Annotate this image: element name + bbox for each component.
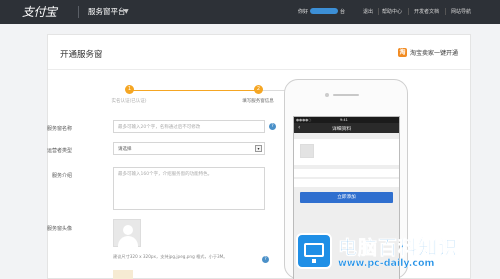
title-divider [48,69,470,70]
masked-username [310,8,338,14]
monitor-icon [296,233,332,269]
watermark-title: 电脑百科知识 [338,237,459,260]
step-2-circle: 2 [254,85,263,94]
step-1-label: 实名认证(已认证) [111,99,147,104]
avatar-placeholder-icon [123,225,133,235]
back-arrow-icon: ‹ [298,124,301,131]
avatar-hint: 建议尺寸320 x 320px，支持jpg,jpeg,png 格式，小于3M。 [113,254,228,259]
step-2-label: 填写服务窗信息 [242,99,274,104]
watermark: 电脑百科知识 www.pc-daily.com [292,229,500,279]
phone-speaker [333,94,359,96]
phone-nav-bar: ‹ 详细资料 [294,123,399,133]
step-1-circle: 1 [125,85,134,94]
profile-avatar [300,144,314,158]
alipay-logo[interactable]: 支付宝 [22,3,57,20]
page-title: 开通服务窗 [60,50,103,60]
operator-type-value: 请选择 [118,147,132,152]
watermark-url: www.pc-daily.com [338,258,435,269]
next-field-preview [113,270,133,279]
taobao-quick-open-label: 淘宝卖家一键开通 [409,50,458,57]
chevron-down-icon: ▾ [255,145,262,152]
nav-divider [378,8,379,15]
monitor-stand [312,259,316,263]
help-center-link[interactable]: 帮助中心 [382,8,402,15]
nav-divider [445,8,446,15]
platform-name[interactable]: 服务窗平台 [88,6,126,17]
profile-card [294,139,399,165]
signal-icon: ●●●●○ [296,118,312,122]
profile-row [294,169,399,177]
phone-nav-title: 详细资料 [332,127,352,132]
operator-type-label: 运营者类型 [46,148,72,154]
top-navigation-bar: 支付宝 服务窗平台 ▼ 你好 台 退出 帮助中心 开发者文档 网站导航 [0,0,500,24]
operator-type-select[interactable]: 请选择 ▾ [113,142,265,155]
service-intro-label: 服务介绍 [51,173,72,179]
service-name-label: 服务窗名称 [46,126,72,132]
progress-line-done [130,90,258,91]
developer-docs-link[interactable]: 开发者文档 [414,8,439,15]
avatar-upload[interactable] [113,219,141,247]
avatar-placeholder-body [118,236,138,247]
taobao-quick-open-link[interactable]: 淘 淘宝卖家一键开通 [397,48,458,57]
nav-divider [408,8,409,15]
logo-divider [78,6,79,18]
profile-row [294,179,399,187]
help-icon[interactable]: ? [262,256,269,263]
monitor-screen [304,243,324,257]
phone-camera [325,93,329,97]
service-intro-textarea[interactable]: 最多可输入160个字，介绍服务窗的功能特色。 [113,167,265,210]
service-avatar-label: 服务窗头像 [46,226,72,232]
service-name-input[interactable]: 最多可输入20个字，名称通过后不可修改 [113,120,265,133]
taobao-icon: 淘 [397,48,407,57]
logout-link[interactable]: 退出 [363,8,373,15]
follow-button: 立即添加 [300,192,393,203]
site-nav-link[interactable]: 网站导航 [451,8,471,15]
user-greeting-suffix: 台 [340,9,346,15]
status-time: 9:41 [340,118,348,122]
help-icon[interactable]: ? [269,123,276,130]
user-greeting: 你好 [298,9,309,15]
chevron-down-icon[interactable]: ▼ [124,8,129,15]
